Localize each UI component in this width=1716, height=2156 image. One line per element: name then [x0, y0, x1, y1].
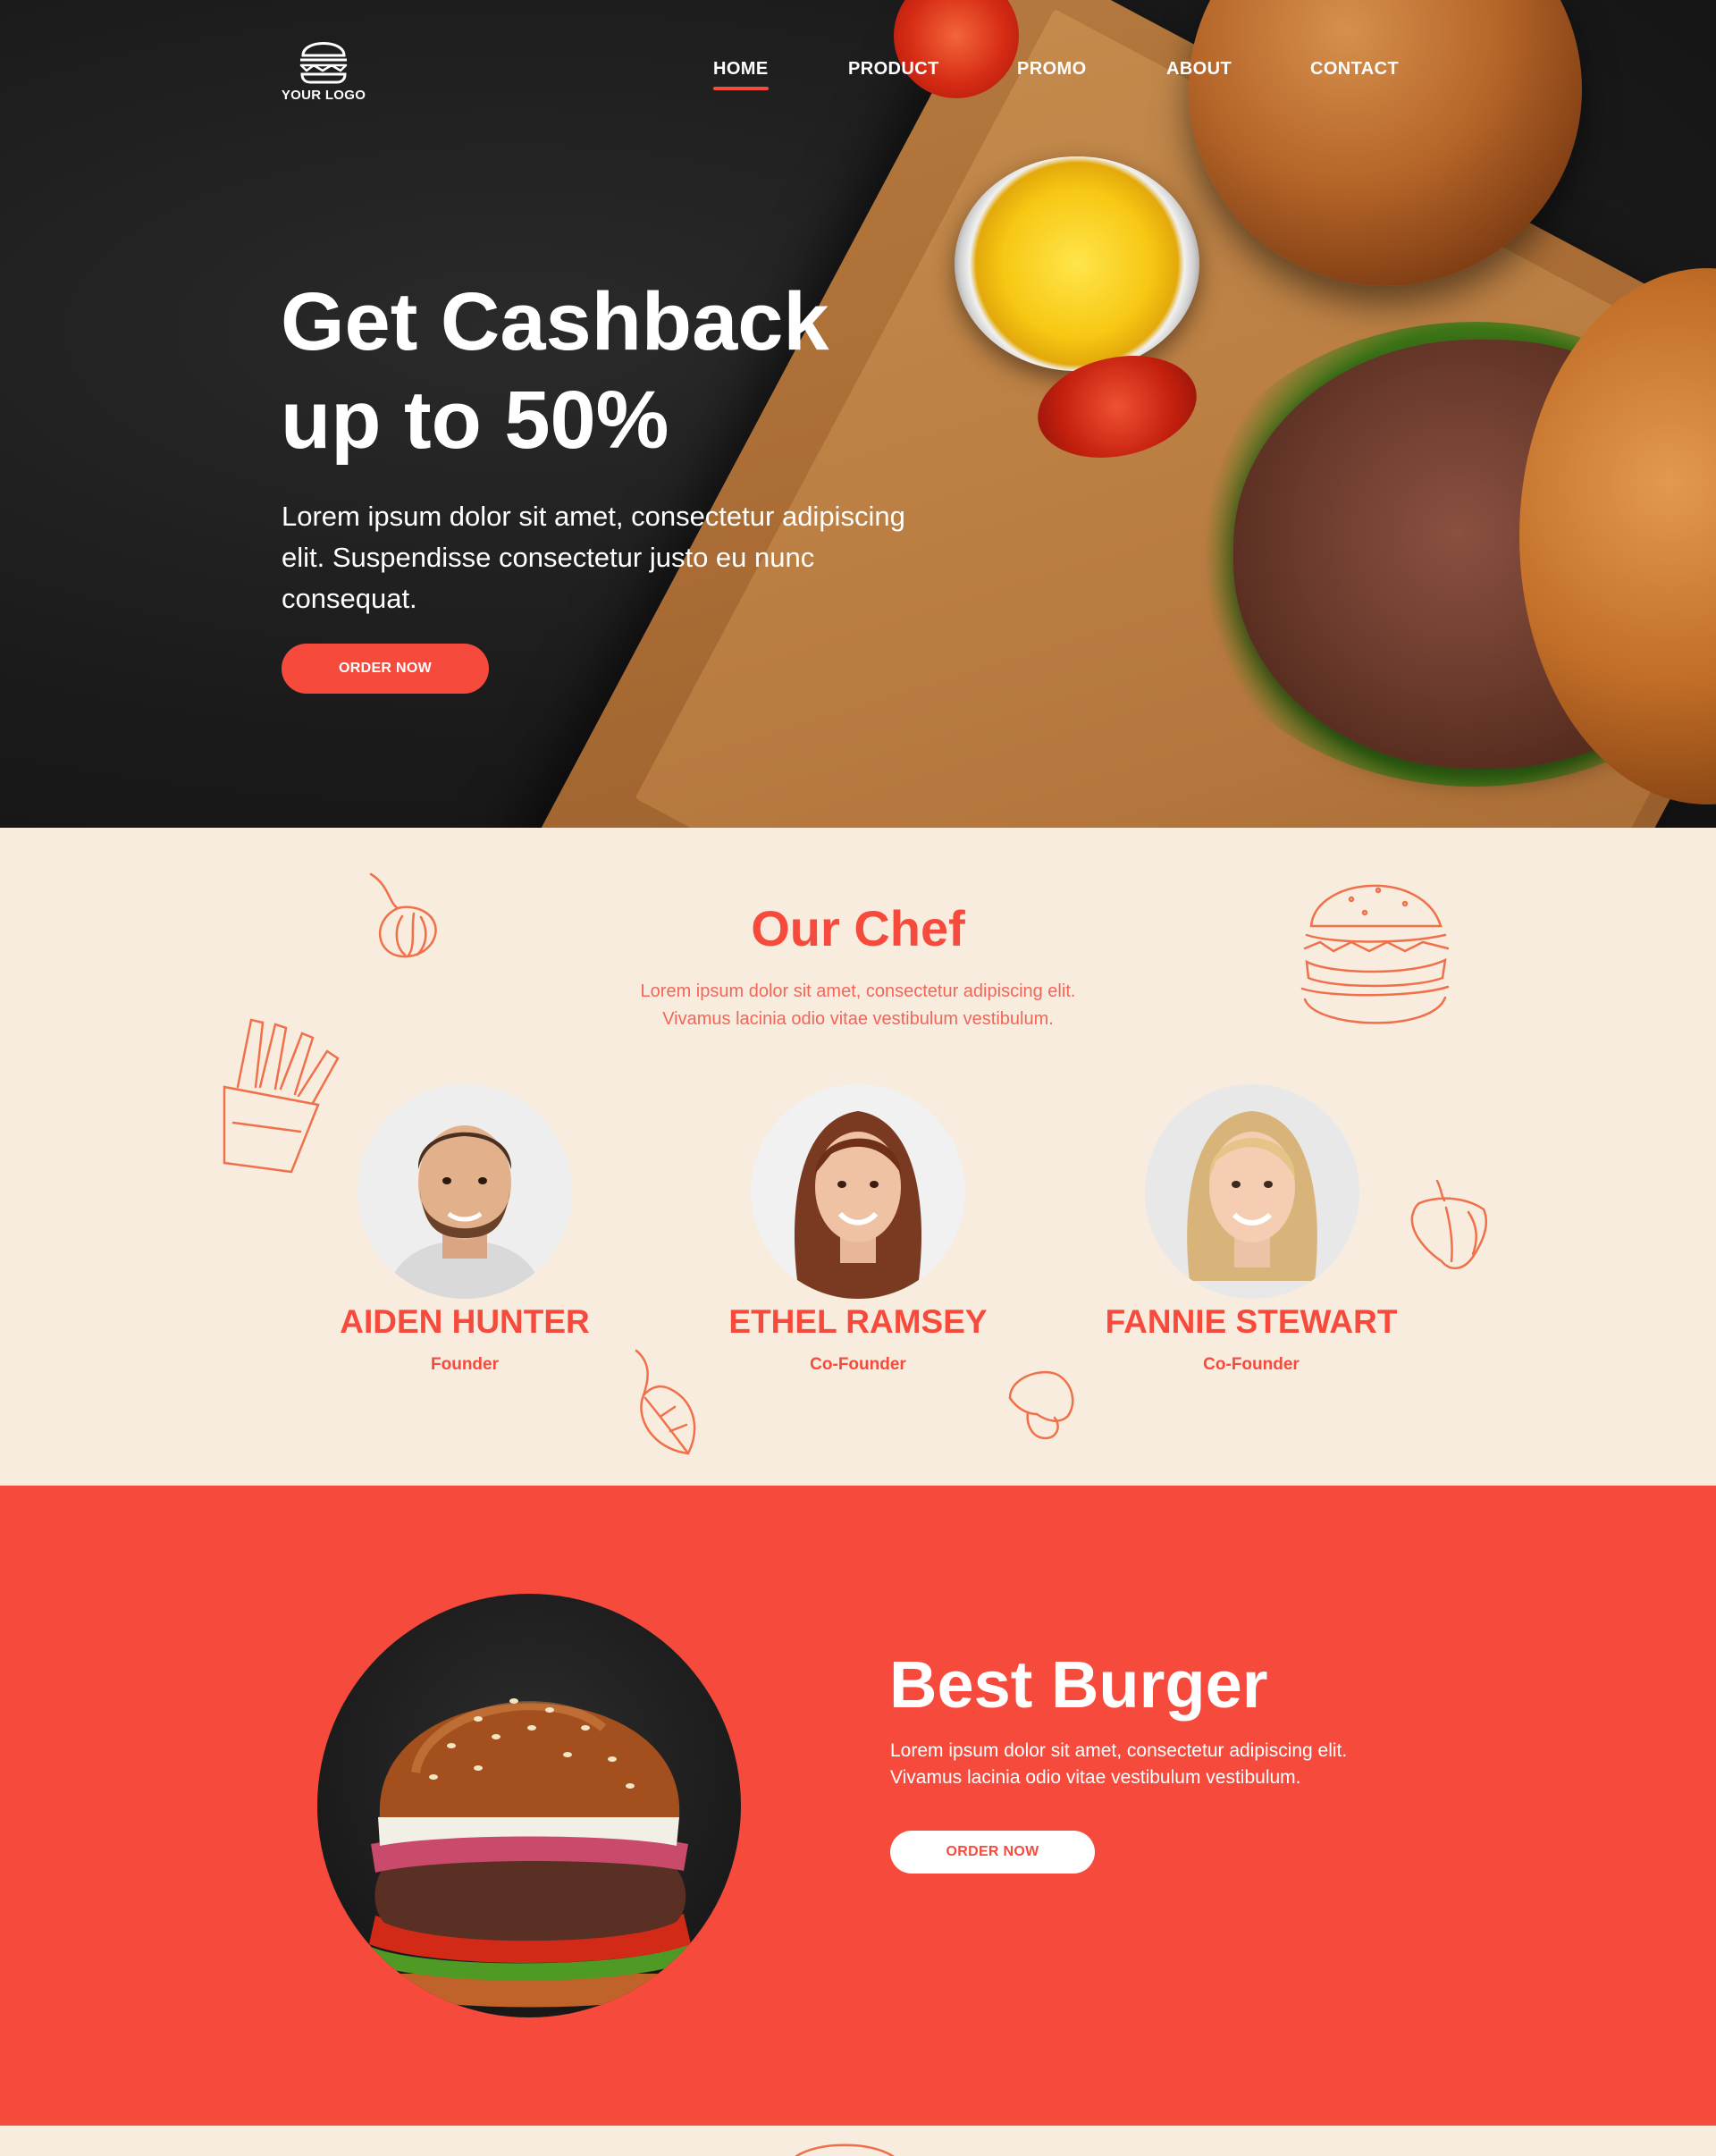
chef-title: Our Chef — [751, 900, 965, 956]
man-portrait-icon — [358, 1084, 572, 1299]
nav-product[interactable]: PRODUCT — [848, 59, 939, 80]
woman-portrait-icon — [751, 1084, 965, 1299]
pepper-doodle-icon — [1410, 1179, 1488, 1269]
burger-photo-icon — [366, 1698, 693, 2008]
nav-about[interactable]: ABOUT — [1166, 59, 1232, 80]
burger-image — [317, 1594, 741, 2017]
fries-doodle-icon — [223, 1018, 340, 1174]
hero-title-line2: up to 50% — [281, 375, 669, 466]
chef-subtitle-line2: Vivamus lacinia odio vitae vestibulum ve… — [662, 1009, 1054, 1029]
burger-doodle-icon — [795, 2143, 895, 2156]
footer-peek-section — [0, 2126, 1716, 2156]
best-burger-text: Lorem ipsum dolor sit amet, consectetur … — [890, 1738, 1444, 1791]
main-nav: HOME PRODUCT PROMO ABOUT CONTACT — [0, 59, 1716, 95]
avatar-aiden — [358, 1084, 572, 1299]
chef-section: Our Chef Lorem ipsum dolor sit amet, con… — [0, 828, 1716, 1486]
chef-name-3: FANNIE STEWART — [1105, 1303, 1398, 1340]
avatar-ethel — [751, 1084, 965, 1299]
nav-contact[interactable]: CONTACT — [1310, 59, 1399, 80]
mustard-bowl-image — [955, 156, 1199, 371]
chef-role-2: Co-Founder — [810, 1355, 906, 1374]
best-order-button[interactable]: ORDER NOW — [890, 1831, 1095, 1874]
chef-role-1: Founder — [431, 1355, 499, 1374]
chef-name-2: ETHEL RAMSEY — [728, 1303, 988, 1340]
chef-role-3: Co-Founder — [1203, 1355, 1300, 1374]
chef-name-1: AIDEN HUNTER — [340, 1303, 590, 1340]
best-text-line2: Vivamus lacinia odio vitae vestibulum ve… — [890, 1767, 1301, 1788]
hero-section: YOUR LOGO HOME PRODUCT PROMO ABOUT CONTA… — [0, 0, 1716, 828]
best-burger-section: Best Burger Lorem ipsum dolor sit amet, … — [0, 1486, 1716, 2126]
hero-order-button[interactable]: ORDER NOW — [282, 644, 489, 694]
chef-subtitle-line1: Lorem ipsum dolor sit amet, consectetur … — [640, 981, 1076, 1001]
hero-text: Lorem ipsum dolor sit amet, consectetur … — [282, 501, 905, 614]
nav-promo[interactable]: PROMO — [1017, 59, 1087, 80]
best-burger-title: Best Burger — [889, 1647, 1268, 1722]
best-text-line1: Lorem ipsum dolor sit amet, consectetur … — [890, 1740, 1348, 1761]
hero-title-line1: Get Cashback — [281, 276, 829, 367]
chef-subtitle: Lorem ipsum dolor sit amet, consectetur … — [0, 978, 1716, 1033]
hero-title: Get Cashback up to 50% — [281, 273, 906, 469]
nav-home[interactable]: HOME — [713, 59, 769, 90]
avatar-fannie — [1145, 1084, 1359, 1299]
woman-portrait-icon — [1145, 1084, 1359, 1299]
